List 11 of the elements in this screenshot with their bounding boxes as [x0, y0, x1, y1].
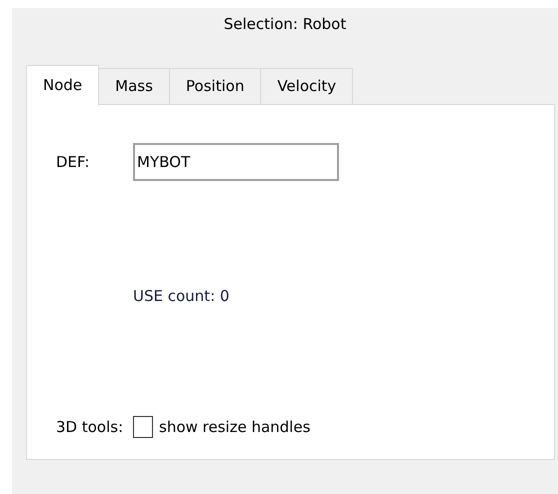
tools-label: 3D tools: [56, 417, 124, 438]
tab[interactable]: Node [26, 65, 100, 105]
checkbox-label: show resize handles [159, 417, 310, 438]
tab[interactable]: Position [170, 68, 262, 104]
tab[interactable]: Velocity [261, 68, 354, 104]
def-input-field[interactable]: MYBOT [133, 143, 339, 181]
def-label: DEF: [55, 152, 91, 173]
tab[interactable]: Mass [99, 68, 170, 104]
resize-handles-checkbox[interactable] [133, 416, 153, 438]
use-count-text: USE count: 0 [133, 287, 230, 305]
window-title: Selection: Robot [224, 14, 346, 35]
